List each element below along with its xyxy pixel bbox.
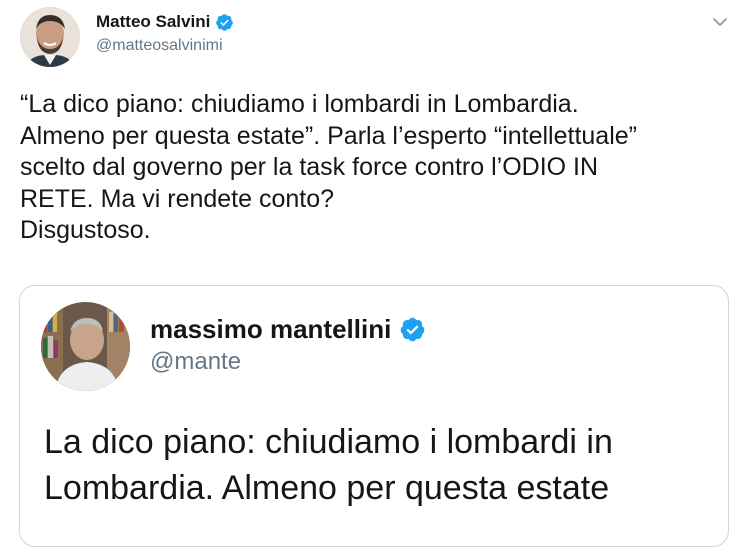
quoted-author-handle[interactable]: @mante bbox=[150, 348, 241, 376]
quoted-text-line: La dico piano: chiudiamo i lombardi in bbox=[44, 423, 613, 461]
author-name-text: Matteo Salvini bbox=[96, 12, 211, 31]
tweet-menu-button[interactable] bbox=[710, 12, 730, 32]
verified-badge-icon bbox=[216, 13, 234, 31]
quoted-text-line: Lombardia. Almeno per questa estate bbox=[44, 469, 610, 507]
profile-photo-icon bbox=[41, 302, 130, 391]
tweet: Matteo Salvini @matteosalvinimi “La dico… bbox=[0, 0, 749, 547]
author-handle[interactable]: @matteosalvinimi bbox=[96, 37, 223, 55]
quoted-tweet-card[interactable]: massimo mantellini @mante La dico piano:… bbox=[19, 285, 729, 547]
author-avatar[interactable] bbox=[20, 7, 80, 67]
author-name[interactable]: Matteo Salvini bbox=[96, 12, 234, 32]
quoted-author-avatar[interactable] bbox=[41, 302, 130, 391]
tweet-text-line: Disgustoso. bbox=[20, 216, 151, 244]
tweet-text: “La dico piano: chiudiamo i lombardi in … bbox=[20, 89, 740, 247]
quoted-author-name[interactable]: massimo mantellini bbox=[150, 314, 426, 345]
chevron-down-icon bbox=[713, 18, 727, 26]
verified-badge-icon bbox=[400, 317, 425, 342]
profile-photo-icon bbox=[20, 7, 80, 67]
tweet-text-line: Almeno per questa estate”. Parla l’esper… bbox=[20, 121, 637, 150]
tweet-text-line: “La dico piano: chiudiamo i lombardi in … bbox=[20, 90, 579, 118]
quoted-tweet-text: La dico piano: chiudiamo i lombardi in L… bbox=[44, 419, 714, 511]
tweet-text-line: RETE. Ma vi rendete conto? bbox=[20, 184, 335, 213]
tweet-text-line: scelto dal governo per la task force con… bbox=[20, 153, 599, 181]
quoted-author-name-text: massimo mantellini bbox=[150, 314, 392, 344]
